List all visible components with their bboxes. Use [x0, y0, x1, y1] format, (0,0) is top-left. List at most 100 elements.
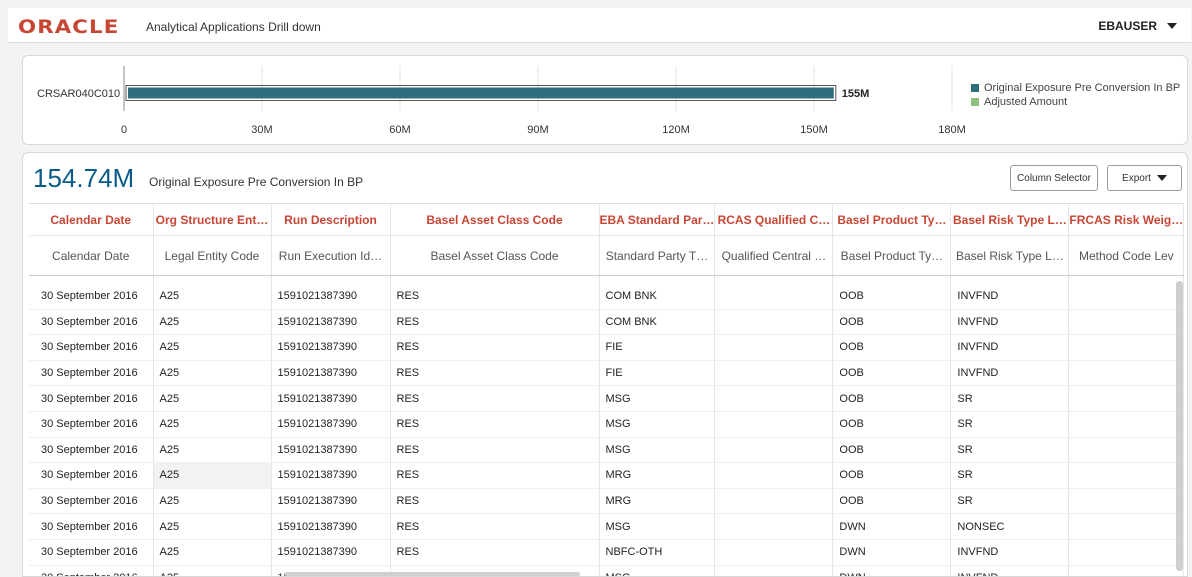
- table-cell[interactable]: NONSEC: [950, 513, 1070, 540]
- table-cell[interactable]: [1068, 513, 1185, 540]
- table-cell[interactable]: 30 September 2016: [29, 309, 154, 336]
- table-cell[interactable]: RES: [390, 309, 600, 336]
- table-cell[interactable]: [1068, 411, 1185, 438]
- table-cell[interactable]: [714, 565, 834, 576]
- table-cell[interactable]: 1591021387390: [271, 513, 391, 540]
- table-cell[interactable]: [1068, 385, 1185, 412]
- table-cell[interactable]: A25: [153, 488, 272, 515]
- column-subheader[interactable]: Run Execution Id…: [271, 235, 391, 276]
- table-cell[interactable]: [1068, 309, 1185, 336]
- table-cell[interactable]: [1068, 437, 1185, 464]
- table-cell[interactable]: [1068, 462, 1185, 489]
- table-cell[interactable]: NBFC-OTH: [599, 539, 716, 566]
- table-cell[interactable]: [714, 462, 834, 489]
- column-header[interactable]: EBA Standard Par…: [599, 203, 716, 236]
- horizontal-scrollbar[interactable]: [285, 572, 580, 576]
- table-cell[interactable]: A25: [153, 411, 272, 438]
- table-cell[interactable]: MSG: [599, 437, 716, 464]
- table-cell[interactable]: 1591021387390: [271, 385, 391, 412]
- legend-item-adjusted[interactable]: Adjusted Amount: [971, 95, 1180, 109]
- table-row[interactable]: 30 September 2016 A25 1591021387390 RES COM …: [29, 283, 1185, 310]
- column-subheader[interactable]: Qualified Central …: [714, 235, 834, 276]
- column-header[interactable]: Basel Asset Class Code: [390, 203, 600, 236]
- table-cell[interactable]: [1068, 334, 1185, 361]
- column-header[interactable]: FRCAS Risk Weig…: [1068, 203, 1185, 236]
- table-row[interactable]: 30 September 2016 A25 1591021387390 RES FIE O…: [29, 334, 1185, 361]
- table-cell[interactable]: 30 September 2016: [29, 283, 154, 310]
- table-cell[interactable]: 1591021387390: [271, 334, 391, 361]
- table-cell[interactable]: RES: [390, 513, 600, 540]
- table-cell[interactable]: A25: [153, 309, 272, 336]
- table-row[interactable]: 30 September 2016A251591021387390RESMSGD…: [29, 565, 1185, 576]
- table-cell[interactable]: RES: [390, 334, 600, 361]
- table-cell[interactable]: OOB: [832, 385, 952, 412]
- table-cell[interactable]: MRG: [599, 462, 716, 489]
- table-cell[interactable]: A25: [153, 385, 272, 412]
- table-cell[interactable]: RES: [390, 488, 600, 515]
- column-subheader[interactable]: Calendar Date: [29, 235, 154, 276]
- table-cell[interactable]: RES: [390, 385, 600, 412]
- table-cell[interactable]: OOB: [832, 309, 952, 336]
- table-cell[interactable]: 30 September 2016: [29, 565, 154, 576]
- table-row[interactable]: 30 September 2016 A25 1591021387390 RES MSG O…: [29, 385, 1185, 412]
- table-cell[interactable]: 30 September 2016: [29, 334, 154, 361]
- table-row[interactable]: 30 September 2016 A25 1591021387390 RES MRG O…: [29, 488, 1185, 515]
- table-cell[interactable]: MSG: [599, 513, 716, 540]
- legend-item-original[interactable]: Original Exposure Pre Conversion In BP: [971, 81, 1180, 95]
- table-cell[interactable]: [1068, 539, 1185, 566]
- table-cell[interactable]: OOB: [832, 462, 952, 489]
- table-cell[interactable]: [714, 513, 834, 540]
- table-cell[interactable]: 1591021387390: [271, 462, 391, 489]
- column-subheader[interactable]: Basel Asset Class Code: [390, 235, 600, 276]
- table-cell[interactable]: OOB: [832, 437, 952, 464]
- bar-original-exposure[interactable]: [128, 87, 834, 99]
- user-menu[interactable]: EBAUSER: [1098, 19, 1177, 33]
- table-cell[interactable]: SR: [950, 411, 1070, 438]
- column-subheader[interactable]: Standard Party T…: [599, 235, 716, 276]
- column-header[interactable]: Run Description: [271, 203, 391, 236]
- table-row[interactable]: 30 September 2016 A25 1591021387390 RES NBFC…: [29, 539, 1185, 566]
- table-cell[interactable]: DWN: [832, 513, 952, 540]
- table-cell[interactable]: 1591021387390: [271, 539, 391, 566]
- table-row[interactable]: 30 September 2016A251591021387390RESMSG D…: [29, 513, 1185, 540]
- table-row[interactable]: 30 September 2016 A25 1591021387390 RES COM …: [29, 309, 1185, 336]
- table-cell[interactable]: 30 September 2016: [29, 360, 154, 387]
- table-cell[interactable]: INVFND: [950, 360, 1070, 387]
- table-cell[interactable]: A25: [153, 513, 272, 540]
- column-subheader[interactable]: Legal Entity Code: [153, 235, 272, 276]
- table-cell[interactable]: INVFND: [950, 565, 1070, 576]
- table-cell[interactable]: [714, 360, 834, 387]
- table-cell[interactable]: 1591021387390: [271, 283, 391, 310]
- table-cell[interactable]: INVFND: [950, 539, 1070, 566]
- table-cell[interactable]: 1591021387390: [271, 360, 391, 387]
- table-cell[interactable]: COM BNK: [599, 309, 716, 336]
- table-cell[interactable]: 30 September 2016: [29, 411, 154, 438]
- column-subheader[interactable]: Method Code Lev: [1068, 235, 1185, 276]
- table-cell[interactable]: [714, 385, 834, 412]
- table-cell[interactable]: RES: [390, 411, 600, 438]
- table-cell[interactable]: MSG: [599, 565, 716, 576]
- table-cell[interactable]: 30 September 2016: [29, 437, 154, 464]
- table-cell[interactable]: 1591021387390: [271, 437, 391, 464]
- table-cell[interactable]: 30 September 2016: [29, 513, 154, 540]
- table-cell[interactable]: OOB: [832, 283, 952, 310]
- table-cell[interactable]: INVFND: [950, 309, 1070, 336]
- table-cell[interactable]: 30 September 2016: [29, 488, 154, 515]
- table-row[interactable]: 30 September 2016 A25 1591021387390 RES FIE O…: [29, 360, 1185, 387]
- column-subheader[interactable]: Basel Product Ty…: [832, 235, 952, 276]
- table-cell[interactable]: A25: [153, 565, 272, 576]
- table-row[interactable]: 30 September 2016 A25 1591021387390 RES MSG O…: [29, 437, 1185, 464]
- column-header[interactable]: Basel Product Ty…: [832, 203, 952, 236]
- table-row[interactable]: 30 September 2016 A25 1591021387390 RES MRG O…: [29, 462, 1185, 489]
- table-cell[interactable]: OOB: [832, 334, 952, 361]
- column-header[interactable]: RCAS Qualified C…: [714, 203, 834, 236]
- table-cell[interactable]: RES: [390, 437, 600, 464]
- table-cell[interactable]: [714, 488, 834, 515]
- vertical-scrollbar[interactable]: [1176, 281, 1183, 571]
- table-cell[interactable]: [714, 437, 834, 464]
- table-cell[interactable]: RES: [390, 539, 600, 566]
- table-cell[interactable]: DWN: [832, 565, 952, 576]
- column-header[interactable]: Basel Risk Type L…: [950, 203, 1070, 236]
- table-cell[interactable]: COM BNK: [599, 283, 716, 310]
- table-cell[interactable]: INVFND: [950, 283, 1070, 310]
